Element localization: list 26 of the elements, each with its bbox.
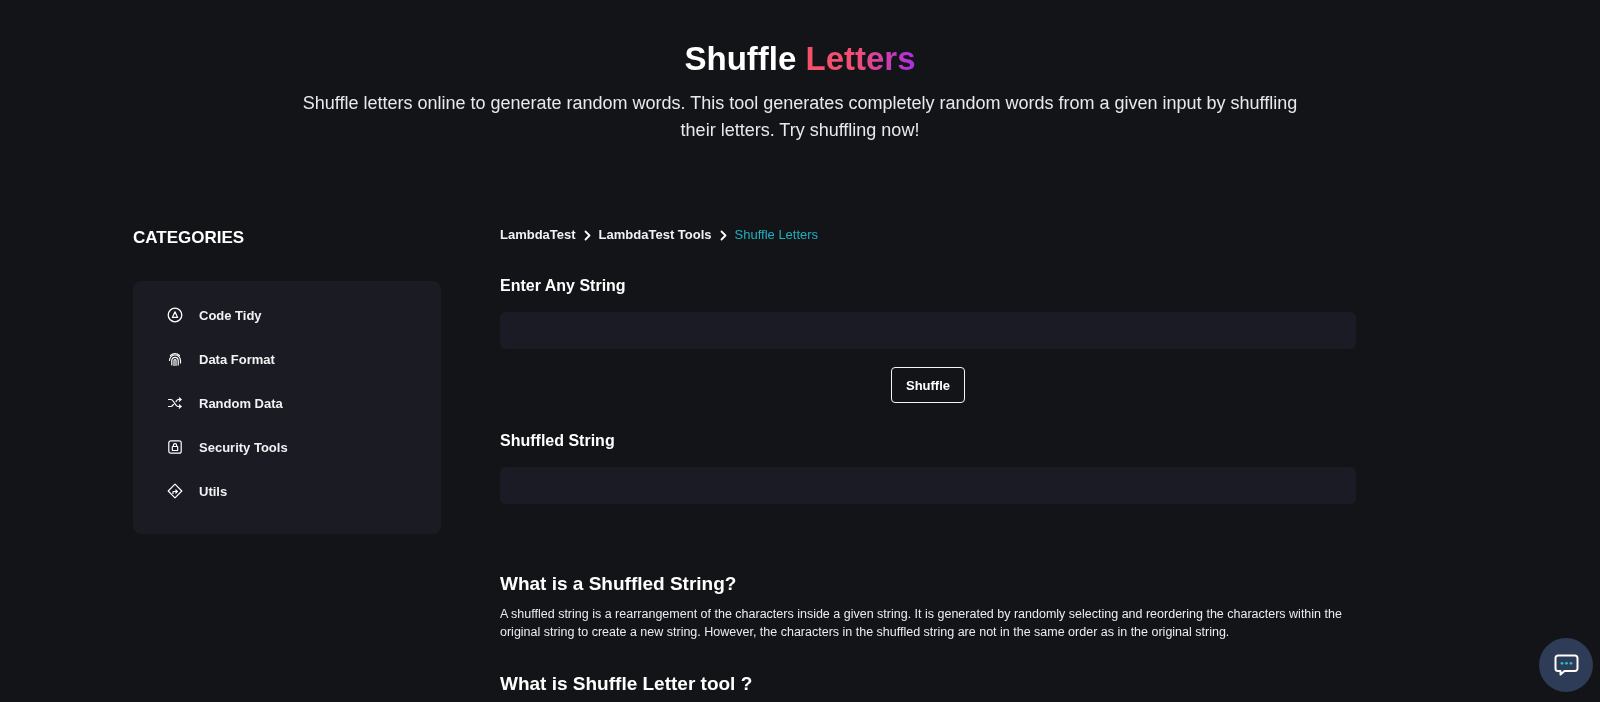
- category-link[interactable]: Random Data: [167, 391, 289, 415]
- page-title: Shuffle Letters: [684, 39, 916, 79]
- input-label: Enter Any String: [500, 276, 626, 296]
- shuffle-icon: [167, 395, 183, 411]
- fingerprint-icon: [167, 351, 183, 367]
- page-description: Shuffle letters online to generate random words. This tool generates completely random words from a given input by shuffling their letters. Try shuffling now!: [301, 92, 1299, 142]
- category-link[interactable]: Utils: [167, 479, 234, 503]
- chevron-right-icon: [583, 229, 591, 241]
- section-heading: What is a Shuffled String?: [500, 572, 737, 596]
- breadcrumb-current: Shuffle Letters: [734, 226, 819, 244]
- output-label: Shuffled String: [500, 431, 615, 451]
- breadcrumb-link[interactable]: LambdaTest: [500, 226, 576, 244]
- shuffle-button[interactable]: Shuffle: [891, 367, 965, 403]
- lock-icon: [167, 439, 183, 455]
- chat-button[interactable]: [1539, 638, 1593, 692]
- section-heading: What is Shuffle Letter tool ?: [500, 672, 753, 696]
- chat-bubble-icon: [1553, 654, 1579, 676]
- categories-heading: CATEGORIES: [133, 227, 245, 249]
- direction-sign-icon: [167, 483, 183, 499]
- category-link[interactable]: Security Tools: [167, 435, 294, 459]
- category-link[interactable]: Code Tidy: [167, 303, 268, 327]
- section-paragraph: A shuffled string is a rearrangement of the characters inside a given string. It is generated by randomly selecting and reordering the characters within the original string to create a new string. However, the characters in the shuffled string are not in the same order as in the original string.: [500, 606, 1343, 641]
- triangle-circle-icon: [167, 307, 183, 323]
- breadcrumb-link[interactable]: LambdaTest Tools: [598, 226, 712, 244]
- chevron-right-icon: [719, 229, 727, 241]
- category-link[interactable]: Data Format: [167, 347, 281, 371]
